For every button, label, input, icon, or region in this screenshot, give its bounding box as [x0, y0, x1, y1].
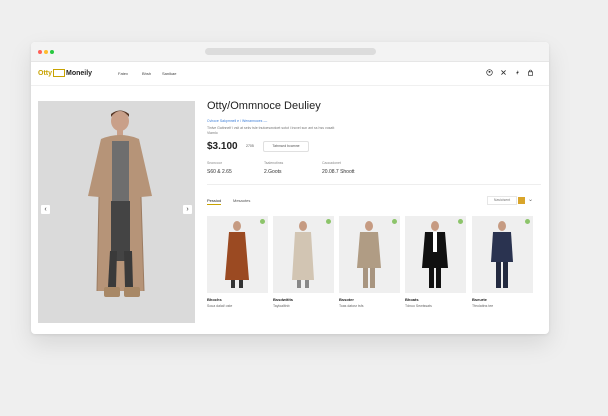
sort-button[interactable]: [518, 197, 525, 204]
product-image: [273, 216, 334, 293]
product-photo-2: [292, 221, 314, 288]
status-badge: [525, 219, 530, 224]
address-bar[interactable]: [205, 48, 376, 55]
product-title: Otty/Ommnoce Deuliey: [207, 100, 321, 112]
product-card[interactable]: Bssdwitlts Tayloalltnb: [273, 216, 334, 308]
tab-2[interactable]: Mesaotes: [233, 198, 250, 203]
logo-mark: [53, 69, 65, 77]
product-price: $3.100: [207, 141, 238, 152]
product-photo-3: [357, 221, 381, 288]
spec-value-3: 20.08.7 Shoott: [322, 169, 355, 175]
browser-window: Otty Moneily Fatex Bhsh Sanikae ‹ › Otty…: [31, 42, 549, 334]
nav-link-3[interactable]: Sanikae: [162, 71, 176, 76]
product-name: Bssdwitlts: [273, 297, 294, 302]
chevron-left-icon: ‹: [44, 206, 47, 213]
site-logo[interactable]: Otty Moneily: [38, 69, 92, 77]
product-photo-5: [491, 221, 513, 288]
lightning-icon[interactable]: [514, 69, 521, 76]
maximize-window-dot[interactable]: [50, 50, 54, 54]
browser-chrome: [31, 42, 549, 62]
product-subtext: Tfeolattns tee: [472, 304, 494, 308]
bag-icon[interactable]: [527, 69, 534, 76]
spec-value-2: 2.Goots: [264, 169, 282, 175]
spec-label-2: Tsalenotinss: [264, 161, 284, 165]
product-subtext: Tayloalltnb: [273, 304, 290, 308]
gallery-next-button[interactable]: ›: [183, 205, 192, 214]
nav-link-1[interactable]: Fatex: [118, 71, 128, 76]
divider: [207, 184, 541, 185]
user-icon[interactable]: [486, 69, 493, 76]
status-badge: [260, 219, 265, 224]
chevron-right-icon: ›: [186, 206, 189, 213]
product-card[interactable]: Bhoats Tdnuo Sewtssats: [405, 216, 466, 308]
status-badge: [326, 219, 331, 224]
status-badge: [458, 219, 463, 224]
spec-label-1: Snoncoor: [207, 161, 222, 165]
product-image: [405, 216, 466, 293]
site-header: Otty Moneily Fatex Bhsh Sanikae: [31, 61, 549, 86]
logo-left-text: Otty: [38, 69, 52, 77]
product-description-2: Viamlo: [207, 131, 218, 135]
chevron-down-icon[interactable]: ⌄: [528, 196, 533, 203]
product-card[interactable]: Bssoter Toas datosr tsfs: [339, 216, 400, 308]
close-icon[interactable]: [500, 69, 507, 76]
logo-right-text: Moneily: [66, 69, 93, 77]
tab-1[interactable]: Pessiod: [207, 198, 222, 205]
close-window-dot[interactable]: [38, 50, 42, 54]
breadcrumb-link[interactable]: Cvhoce Sakpmnell e / Wenannoces ––: [207, 119, 267, 123]
product-photo-4: [422, 221, 448, 288]
product-name: Bseurte: [472, 297, 487, 302]
nav-link-2[interactable]: Bhsh: [142, 71, 151, 76]
product-card[interactable]: Bhochs Soua dalat/ oste: [207, 216, 268, 308]
product-name: Bhoats: [405, 297, 419, 302]
product-photo-1: [225, 221, 249, 288]
product-option-2[interactable]: Tatnnwol bcamne: [263, 141, 309, 152]
product-gallery[interactable]: ‹ ›: [38, 101, 195, 323]
status-badge: [392, 219, 397, 224]
product-card[interactable]: Bseurte Tfeolattns tee: [472, 216, 533, 308]
product-image: [207, 216, 268, 293]
sort-select[interactable]: Navicisent: [487, 196, 517, 205]
product-name: Bhochs: [207, 297, 222, 302]
spec-value-1: S60 & 2.65: [207, 169, 232, 175]
model-photo: [38, 101, 195, 323]
gallery-prev-button[interactable]: ‹: [41, 205, 50, 214]
product-subtext: Soua dalat/ oste: [207, 304, 233, 308]
minimize-window-dot[interactable]: [44, 50, 48, 54]
product-subtext: Toas datosr tsfs: [339, 304, 364, 308]
product-subtext: Tdnuo Sewtssats: [405, 304, 432, 308]
spec-label-3: Caocadonet: [322, 161, 341, 165]
product-image: [339, 216, 400, 293]
product-image: [472, 216, 533, 293]
product-option-1[interactable]: 2705: [246, 144, 254, 148]
product-name: Bssoter: [339, 297, 354, 302]
product-description: Tinlve Gaitnnelf i vsit at sekv tsle tnu…: [207, 126, 335, 130]
